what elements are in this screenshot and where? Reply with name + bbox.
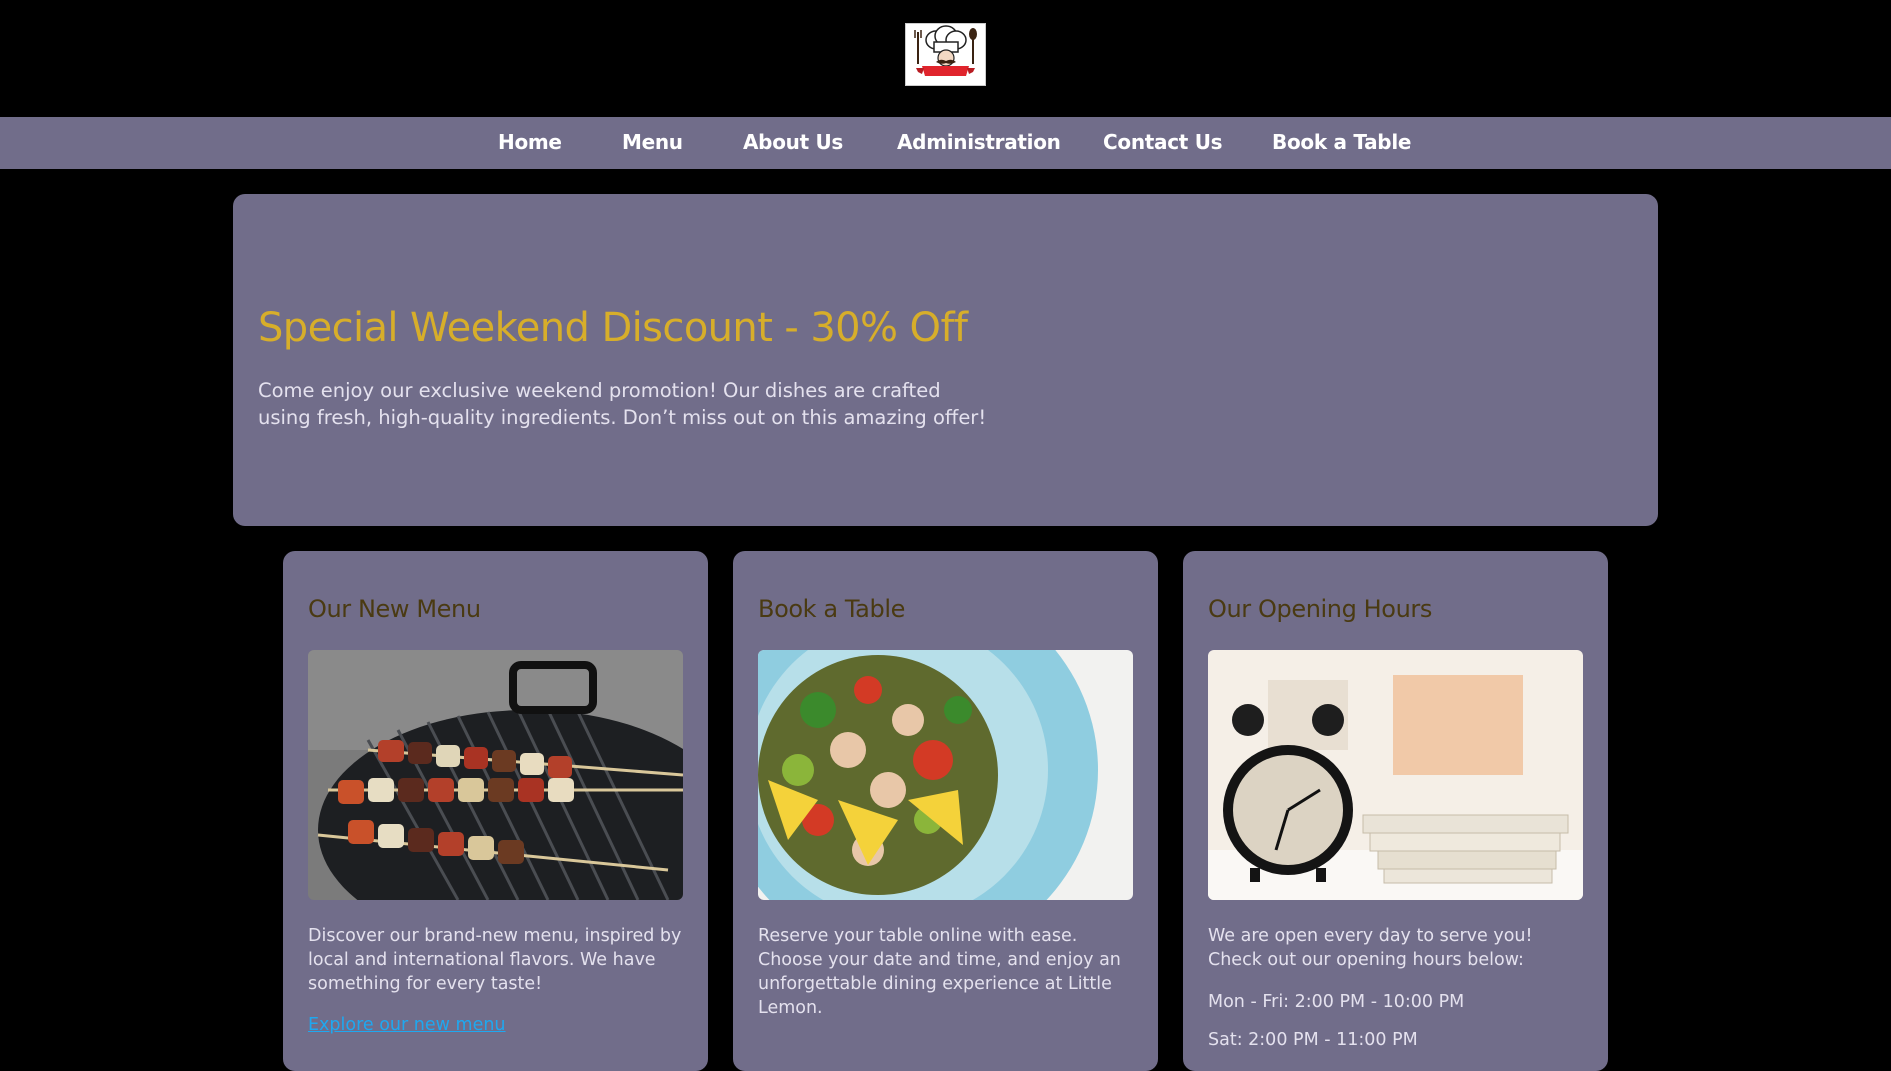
nav-item-home[interactable]: Home xyxy=(498,130,562,154)
explore-menu-link[interactable]: Explore our new menu xyxy=(308,1015,506,1035)
hours-weekdays: Mon - Fri: 2:00 PM - 10:00 PM xyxy=(1208,992,1465,1012)
alarm-clock-image xyxy=(1208,650,1583,900)
restaurant-logo[interactable] xyxy=(905,23,986,86)
nav-item-menu[interactable]: Menu xyxy=(622,130,683,154)
grilled-skewers-image xyxy=(308,650,683,900)
nav-item-administration[interactable]: Administration xyxy=(897,130,1061,154)
card-title: Book a Table xyxy=(758,595,905,623)
nav-item-about-us[interactable]: About Us xyxy=(743,130,843,154)
nav-item-book-a-table[interactable]: Book a Table xyxy=(1272,130,1411,154)
hours-saturday: Sat: 2:00 PM - 11:00 PM xyxy=(1208,1030,1418,1050)
nav-item-contact-us[interactable]: Contact Us xyxy=(1103,130,1223,154)
promo-text: Come enjoy our exclusive weekend promoti… xyxy=(258,379,987,429)
card-text: Discover our brand-new menu, inspired by… xyxy=(308,926,682,994)
main-navigation: Home Menu About Us Administration Contac… xyxy=(0,117,1891,169)
promo-title: Special Weekend Discount - 30% Off xyxy=(258,305,968,351)
card-title: Our New Menu xyxy=(308,595,481,623)
card-opening-hours: Our Opening Hours We are open every day … xyxy=(1183,551,1608,1071)
chef-mustache-logo-icon xyxy=(914,25,977,76)
site-header xyxy=(0,0,1891,117)
salad-plate-image xyxy=(758,650,1133,900)
card-book-table: Book a Table Reserve your table online w… xyxy=(733,551,1158,1071)
promo-banner: Special Weekend Discount - 30% Off Come … xyxy=(233,194,1658,526)
card-title: Our Opening Hours xyxy=(1208,595,1432,623)
card-text: We are open every day to serve you! Chec… xyxy=(1208,926,1533,970)
card-new-menu: Our New Menu Discover our brand-new menu… xyxy=(283,551,708,1071)
card-text: Reserve your table online with ease. Cho… xyxy=(758,926,1121,1018)
